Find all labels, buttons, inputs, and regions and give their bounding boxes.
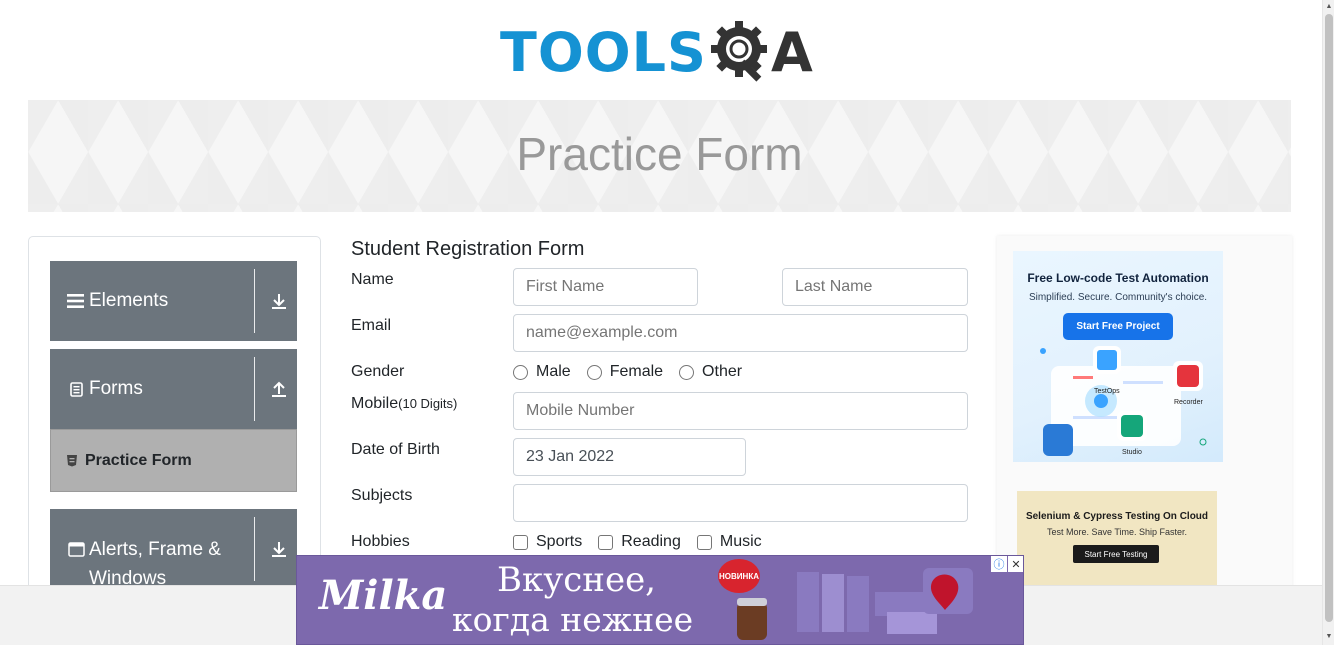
sidebar: Elements Forms Practice Form Alerts, Fra…: [28, 236, 321, 645]
mobile-label-text: Mobile: [351, 395, 399, 412]
document-icon: [67, 380, 85, 398]
divider: [254, 357, 255, 421]
group-header-forms[interactable]: Forms: [50, 349, 297, 429]
html-file-icon: [65, 454, 79, 468]
page-banner: Practice Form: [28, 100, 1291, 212]
hamburger-icon: [67, 292, 85, 310]
page-title: Practice Form: [516, 128, 803, 180]
gender-option-male[interactable]: Male: [513, 363, 571, 381]
milka-headline-line1: Вкуснее,: [497, 560, 656, 600]
radio-label: Other: [702, 363, 743, 380]
hobbies-options: Sports Reading Music: [513, 533, 778, 551]
toolsqa-logo[interactable]: TOOLS A: [500, 14, 822, 92]
radio-other[interactable]: [679, 364, 695, 380]
sidebar-item-label: Practice Form: [85, 451, 192, 469]
checkbox-reading[interactable]: [598, 534, 614, 550]
chocolate-products-image: [737, 568, 973, 640]
subjects-input[interactable]: [513, 484, 968, 522]
divider: [254, 517, 255, 581]
dob-label: Date of Birth: [351, 441, 440, 458]
ad-label-studio: Studio: [1122, 449, 1142, 456]
sidebar-group-elements[interactable]: Elements: [50, 261, 297, 341]
radio-label: Female: [609, 363, 664, 380]
ad-label-testops: TestOps: [1094, 388, 1120, 395]
sidebar-group-label: Elements: [89, 290, 169, 311]
form-title: Student Registration Form: [351, 238, 585, 260]
ad-label-recorder: Recorder: [1174, 399, 1203, 406]
subjects-label: Subjects: [351, 487, 413, 504]
divider: [254, 269, 255, 333]
hobbies-label: Hobbies: [351, 533, 410, 550]
gender-label: Gender: [351, 363, 405, 380]
scroll-down-icon[interactable]: ▼: [1325, 632, 1333, 642]
mobile-input[interactable]: [513, 392, 968, 430]
mobile-hint: (10 Digits): [398, 396, 458, 411]
checkbox-label: Reading: [621, 533, 681, 550]
ad-close-icon[interactable]: ✕: [1008, 556, 1023, 572]
label-line1: Alerts, Frame &: [89, 539, 221, 560]
milka-logo: Milka: [319, 572, 448, 619]
hobby-option-reading[interactable]: Reading: [598, 533, 681, 551]
window-icon: [67, 540, 85, 558]
ad-title: Free Low-code Test Automation: [1027, 271, 1209, 285]
sidebar-item-practice-form[interactable]: Practice Form: [50, 429, 297, 492]
download-arrow-icon[interactable]: [269, 291, 289, 311]
scrollbar-thumb[interactable]: [1325, 14, 1333, 622]
first-name-input[interactable]: [513, 268, 698, 306]
gear-magnifier-icon: [710, 21, 767, 82]
radio-male[interactable]: [513, 364, 528, 380]
upload-arrow-icon[interactable]: [269, 379, 289, 399]
last-name-input[interactable]: [782, 268, 968, 306]
right-ad-column: Free Low-code Test Automation Simplified…: [997, 236, 1292, 601]
gender-option-other[interactable]: Other: [679, 363, 742, 381]
scroll-up-icon[interactable]: ▲: [1325, 2, 1333, 12]
page: TOOLS A Practice Form Elements Forms Pra…: [0, 0, 1334, 645]
checkbox-label: Sports: [536, 533, 583, 550]
radio-female[interactable]: [586, 364, 602, 380]
group-header-elements[interactable]: Elements: [50, 261, 297, 341]
start-free-project-button[interactable]: Start Free Project: [1063, 313, 1173, 340]
checkbox-music[interactable]: [696, 534, 712, 550]
vertical-scrollbar[interactable]: ▲ ▼: [1322, 0, 1334, 645]
ad-subtitle: Test More. Save Time. Ship Faster.: [1046, 527, 1188, 537]
katalon-ad[interactable]: Free Low-code Test Automation Simplified…: [1013, 251, 1223, 462]
radio-label: Male: [536, 363, 571, 380]
logo-text: TOOLS: [500, 21, 707, 84]
milka-headline-line2: когда нежнее: [452, 600, 694, 639]
name-label: Name: [351, 271, 394, 288]
date-of-birth-input[interactable]: [513, 438, 746, 476]
ad-info-icon[interactable]: ⓘ: [991, 556, 1007, 572]
gender-options: Male Female Other: [513, 363, 758, 381]
sidebar-group-forms[interactable]: Forms Practice Form: [50, 349, 297, 492]
ad-title: Selenium & Cypress Testing On Cloud: [1025, 511, 1209, 522]
email-label: Email: [351, 317, 392, 334]
milka-ad-banner[interactable]: Milka Вкуснее, когда нежнее НОВИНКА ⓘ ✕: [296, 555, 1024, 645]
hobby-option-music[interactable]: Music: [696, 533, 762, 551]
mobile-label: Mobile(10 Digits): [351, 395, 457, 413]
ad-subtitle: Simplified. Secure. Community's choice.: [1028, 292, 1208, 303]
email-input[interactable]: [513, 314, 968, 352]
logo-a: A: [770, 21, 813, 84]
download-arrow-icon[interactable]: [269, 539, 289, 559]
checkbox-label: Music: [719, 533, 762, 550]
checkbox-sports[interactable]: [513, 534, 528, 550]
gender-option-female[interactable]: Female: [586, 363, 664, 381]
start-free-testing-button[interactable]: Start Free Testing: [1073, 545, 1159, 563]
sidebar-group-label: Forms: [89, 378, 143, 399]
hobby-option-sports[interactable]: Sports: [513, 533, 582, 551]
